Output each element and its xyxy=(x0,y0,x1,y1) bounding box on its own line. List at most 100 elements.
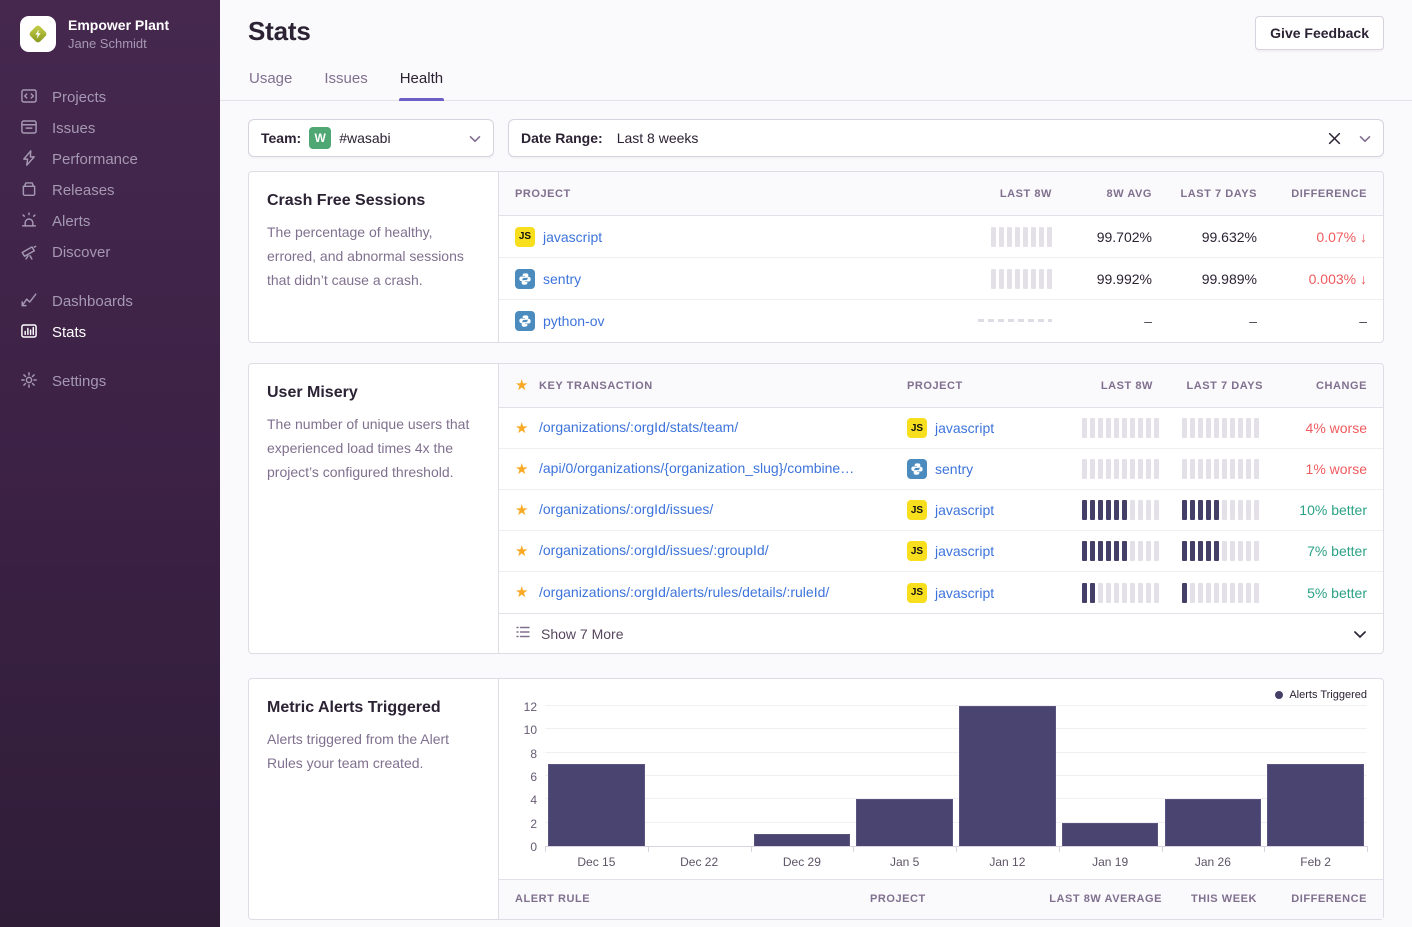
project-link[interactable]: javascript xyxy=(935,420,994,436)
chart-bar[interactable] xyxy=(548,764,645,846)
team-select-value: #wasabi xyxy=(339,130,390,146)
crash-free-table: PROJECT LAST 8W 8W AVG LAST 7 DAYS DIFFE… xyxy=(499,172,1383,342)
y-tick-label: 0 xyxy=(530,840,537,854)
tab-health[interactable]: Health xyxy=(399,70,444,100)
legend-dot-icon xyxy=(1275,691,1283,699)
key-transaction-star-icon[interactable]: ★ xyxy=(515,544,539,559)
sparkline xyxy=(991,227,1052,247)
project-link[interactable]: sentry xyxy=(543,271,581,287)
project-link[interactable]: javascript xyxy=(935,585,994,601)
sidebar-item-alerts[interactable]: Alerts xyxy=(0,206,220,237)
sidebar-item-label: Alerts xyxy=(52,213,90,230)
date-range-select[interactable]: Date Range: Last 8 weeks xyxy=(508,119,1384,157)
chart-bars xyxy=(545,707,1367,846)
sidebar: Empower Plant Jane Schmidt Projects Issu… xyxy=(0,0,220,927)
org-switcher[interactable]: Empower Plant Jane Schmidt xyxy=(0,0,220,62)
project-link[interactable]: javascript xyxy=(935,502,994,518)
sparkline xyxy=(1082,418,1167,438)
python-platform-icon xyxy=(515,269,535,289)
column-header-project: PROJECT xyxy=(515,188,912,200)
sidebar-item-settings[interactable]: Settings xyxy=(0,366,220,397)
transaction-link[interactable]: /api/0/organizations/{organization_slug}… xyxy=(539,460,854,476)
chart-bar[interactable] xyxy=(1165,799,1262,846)
javascript-platform-icon: JS xyxy=(515,227,535,247)
metric-alerts-description-card: Metric Alerts Triggered Alerts triggered… xyxy=(249,679,499,919)
sidebar-nav: Projects Issues Performance Releases Ale… xyxy=(0,82,220,397)
sidebar-item-projects[interactable]: Projects xyxy=(0,82,220,113)
chart-bar[interactable] xyxy=(856,799,953,846)
avg-value: – xyxy=(1144,313,1152,329)
settings-icon xyxy=(20,371,38,393)
chart-legend-item[interactable]: Alerts Triggered xyxy=(1275,689,1367,701)
sparkline xyxy=(1182,541,1267,561)
list-icon xyxy=(515,624,531,643)
chart-bar[interactable] xyxy=(1062,823,1159,846)
sparkline xyxy=(1082,583,1167,603)
issues-icon xyxy=(20,118,38,140)
table-row: ★ /organizations/:orgId/stats/team/ JS ja… xyxy=(499,408,1383,449)
tab-issues[interactable]: Issues xyxy=(323,70,368,100)
chart-bar[interactable] xyxy=(754,834,851,846)
key-transaction-star-icon[interactable]: ★ xyxy=(515,421,539,436)
tab-usage[interactable]: Usage xyxy=(248,70,293,100)
sparkline xyxy=(991,269,1052,289)
org-user: Jane Schmidt xyxy=(68,36,169,51)
transaction-link[interactable]: /organizations/:orgId/stats/team/ xyxy=(539,419,738,435)
key-transaction-star-icon[interactable]: ★ xyxy=(515,585,539,600)
show-more-label: Show 7 More xyxy=(541,626,623,642)
project-link[interactable]: javascript xyxy=(935,543,994,559)
difference-value: 0.003% ↓ xyxy=(1309,271,1367,287)
clear-date-icon[interactable] xyxy=(1326,130,1343,147)
team-select[interactable]: Team: W #wasabi xyxy=(248,119,494,157)
sparkline xyxy=(1182,459,1267,479)
date-range-value: Last 8 weeks xyxy=(617,130,699,146)
user-misery-table: ★ KEY TRANSACTION PROJECT LAST 8W LAST 7… xyxy=(499,364,1383,653)
panel-description: The percentage of healthy, errored, and … xyxy=(267,220,480,292)
python-platform-icon xyxy=(907,459,927,479)
column-header-project: PROJECT xyxy=(870,893,1012,905)
key-transaction-star-icon[interactable]: ★ xyxy=(515,462,539,477)
give-feedback-button[interactable]: Give Feedback xyxy=(1255,16,1384,50)
transaction-link[interactable]: /organizations/:orgId/issues/ xyxy=(539,501,713,517)
sidebar-item-performance[interactable]: Performance xyxy=(0,144,220,175)
sidebar-item-discover[interactable]: Discover xyxy=(0,237,220,268)
x-axis-label: Jan 26 xyxy=(1162,855,1265,869)
chart-bar[interactable] xyxy=(1267,764,1364,846)
metric-alerts-chart-area: Alerts Triggered 121086420 Dec 15Dec 22D… xyxy=(499,679,1383,919)
nav-group-divider xyxy=(0,268,220,286)
discover-icon xyxy=(20,242,38,264)
sidebar-item-issues[interactable]: Issues xyxy=(0,113,220,144)
javascript-platform-icon: JS xyxy=(907,418,927,438)
y-tick-label: 8 xyxy=(530,747,537,761)
transaction-link[interactable]: /organizations/:orgId/issues/:groupId/ xyxy=(539,542,769,558)
column-header-difference: DIFFERENCE xyxy=(1291,893,1367,905)
chevron-down-icon xyxy=(1353,626,1367,642)
change-value: 4% worse xyxy=(1306,420,1367,436)
y-tick-label: 4 xyxy=(530,793,537,807)
table-row: python-ov – – – xyxy=(499,300,1383,342)
empower-plant-logo-icon xyxy=(26,22,50,46)
team-avatar: W xyxy=(309,127,331,149)
key-transaction-star-icon[interactable]: ★ xyxy=(515,503,539,518)
sidebar-item-stats[interactable]: Stats xyxy=(0,317,220,348)
last7-value: 99.632% xyxy=(1202,229,1257,245)
x-axis-label: Jan 12 xyxy=(956,855,1059,869)
project-link[interactable]: python-ov xyxy=(543,313,604,329)
sparkline xyxy=(1182,418,1267,438)
arrow-down-icon: ↓ xyxy=(1360,229,1367,245)
transaction-link[interactable]: /organizations/:orgId/alerts/rules/detai… xyxy=(539,584,829,600)
y-tick-label: 2 xyxy=(530,817,537,831)
sidebar-item-label: Dashboards xyxy=(52,293,133,310)
project-link[interactable]: sentry xyxy=(935,461,973,477)
x-axis-label: Feb 2 xyxy=(1264,855,1367,869)
dashboards-icon xyxy=(20,291,38,313)
chevron-down-icon xyxy=(469,130,481,146)
show-more-row[interactable]: Show 7 More xyxy=(499,613,1383,653)
column-header-last8w-average: LAST 8W AVERAGE xyxy=(1049,893,1162,905)
chart-bar[interactable] xyxy=(959,706,1056,846)
table-row: ★ /organizations/:orgId/alerts/rules/det… xyxy=(499,572,1383,613)
project-link[interactable]: javascript xyxy=(543,229,602,245)
sidebar-item-dashboards[interactable]: Dashboards xyxy=(0,286,220,317)
y-tick-label: 10 xyxy=(524,723,537,737)
sidebar-item-releases[interactable]: Releases xyxy=(0,175,220,206)
